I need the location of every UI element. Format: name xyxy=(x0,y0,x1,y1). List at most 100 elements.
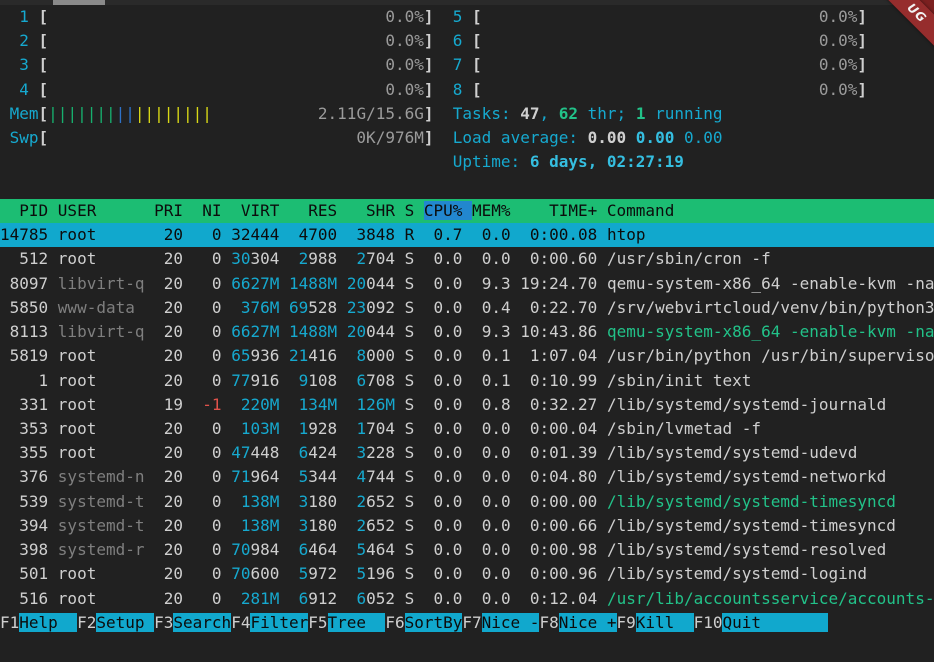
process-row-331[interactable]: 331 root 19 -1 220M 134M 126M S 0.0 0.8 … xyxy=(0,393,934,417)
process-row-5819[interactable]: 5819 root 20 0 65936 21416 8000 S 0.0 0.… xyxy=(0,344,934,368)
process-row-8113[interactable]: 8113 libvirt-q 20 0 6627M 1488M 20044 S … xyxy=(0,320,934,344)
column-header-res[interactable]: RES xyxy=(289,201,347,220)
text-segment xyxy=(337,249,347,268)
tasks-count: 47 xyxy=(520,104,539,123)
cell-priority: 20 xyxy=(154,492,193,511)
fn-label-F2[interactable]: Setup xyxy=(96,613,154,632)
process-row-355[interactable]: 355 root 20 0 47448 6424 3228 S 0.0 0.0 … xyxy=(0,441,934,465)
cell-value: 3848 xyxy=(347,225,395,244)
meter-fill xyxy=(482,55,819,74)
cell-pid: 539 xyxy=(0,492,58,511)
cell-value: 964 xyxy=(250,467,279,486)
text-segment xyxy=(395,371,405,390)
fn-label-F7[interactable]: Nice - xyxy=(482,613,540,632)
cell-state: S xyxy=(405,516,424,535)
cpu-meter-5-id: 5 xyxy=(434,7,473,26)
column-header-pid[interactable]: PID xyxy=(0,201,58,220)
text-segment xyxy=(279,492,289,511)
fn-button-f8-nice[interactable]: F8Nice + xyxy=(539,613,616,632)
load-average-label: Load average: xyxy=(453,128,588,147)
fn-label-F5[interactable]: Tree xyxy=(328,613,386,632)
process-row-516[interactable]: 516 root 20 0 281M 6912 6052 S 0.0 0.0 0… xyxy=(0,587,934,611)
cpu-meter-8-value: 0.0% xyxy=(819,80,858,99)
fn-label-F3[interactable]: Search xyxy=(173,613,231,632)
mem-meter-value: 2.11G/15.6G xyxy=(318,104,424,123)
column-header-command[interactable]: Command xyxy=(607,201,674,220)
process-row-394[interactable]: 394 systemd-t 20 0 138M 3180 2652 S 0.0 … xyxy=(0,514,934,538)
cell-priority: 20 xyxy=(154,274,193,293)
cell-value-prefix: 69 xyxy=(289,298,308,317)
process-row-512[interactable]: 512 root 20 0 30304 2988 2704 S 0.0 0.0 … xyxy=(0,247,934,271)
cell-priority: 20 xyxy=(154,564,193,583)
cell-value-prefix: 6 xyxy=(347,371,366,390)
cell-priority: 20 xyxy=(154,322,193,341)
fn-label-F1[interactable]: Help xyxy=(19,613,77,632)
process-row-5850[interactable]: 5850 www-data 20 0 376M 69528 23092 S 0.… xyxy=(0,296,934,320)
meter-close-bracket: ] xyxy=(424,31,434,50)
fn-button-f9-kill[interactable]: F9Kill xyxy=(617,613,694,632)
meter-open-bracket: [ xyxy=(39,55,49,74)
cell-value-prefix: 5 xyxy=(289,467,308,486)
text-segment xyxy=(337,540,347,559)
column-header-mem[interactable]: MEM% xyxy=(472,201,520,220)
text-segment xyxy=(337,274,347,293)
fn-label-F8[interactable]: Nice + xyxy=(559,613,617,632)
fn-button-f7-nice[interactable]: F7Nice - xyxy=(462,613,539,632)
text-segment xyxy=(395,322,405,341)
fn-button-f1-help[interactable]: F1Help xyxy=(0,613,77,632)
cell-value: 228 xyxy=(366,443,395,462)
text-segment xyxy=(395,225,405,244)
process-row-1[interactable]: 1 root 20 0 77916 9108 6708 S 0.0 0.1 0:… xyxy=(0,369,934,393)
column-header-cpu[interactable]: CPU% xyxy=(424,201,472,220)
fn-button-f4-filter[interactable]: F4Filter xyxy=(231,613,308,632)
process-row-376[interactable]: 376 systemd-n 20 0 71964 5344 4744 S 0.0… xyxy=(0,465,934,489)
column-header-ni[interactable]: NI xyxy=(193,201,232,220)
terminal-window: 1 [ 0.0%] 5 [ 0.0%] 2 [ 0.0%] 6 [ 0.0%] … xyxy=(0,0,934,662)
cell-time: 0:01.39 xyxy=(520,443,607,462)
cell-value-prefix: 2 xyxy=(289,249,308,268)
column-header-pri[interactable]: PRI xyxy=(154,201,193,220)
cell-value-prefix: 30 xyxy=(231,249,250,268)
cpu-meter-4-value: 0.0% xyxy=(385,80,424,99)
cell-pid: 331 xyxy=(0,395,58,414)
text-segment xyxy=(279,298,289,317)
fn-button-f10-quit[interactable]: F10Quit xyxy=(694,613,829,632)
cell-command: qemu-system-x86_64 -enable-kvm -na xyxy=(607,322,934,341)
cell-cpu-percent: 0.0 xyxy=(424,346,472,365)
cell-mem-percent: 0.0 xyxy=(472,540,520,559)
fn-button-f3-search[interactable]: F3Search xyxy=(154,613,231,632)
cpu-meter-5-value: 0.0% xyxy=(819,7,858,26)
cell-cpu-percent: 0.0 xyxy=(424,249,472,268)
cell-pid: 353 xyxy=(0,419,58,438)
process-row-353[interactable]: 353 root 20 0 103M 1928 1704 S 0.0 0.0 0… xyxy=(0,417,934,441)
text-segment xyxy=(337,371,347,390)
fn-label-F9[interactable]: Kill xyxy=(636,613,694,632)
text-segment xyxy=(395,395,405,414)
text-segment xyxy=(279,274,289,293)
process-row-501[interactable]: 501 root 20 0 70600 5972 5196 S 0.0 0.0 … xyxy=(0,562,934,586)
column-header-virt[interactable]: VIRT xyxy=(231,201,289,220)
fn-label-F6[interactable]: SortBy xyxy=(405,613,463,632)
text-segment xyxy=(434,128,453,147)
fn-button-f2-setup[interactable]: F2Setup xyxy=(77,613,154,632)
cell-nice: 0 xyxy=(193,492,232,511)
cell-value: 652 xyxy=(366,516,395,535)
uptime-row: Uptime: 6 days, 02:27:19 xyxy=(0,150,934,174)
fn-key-F9: F9 xyxy=(617,613,636,632)
process-row-398[interactable]: 398 systemd-r 20 0 70984 6464 5464 S 0.0… xyxy=(0,538,934,562)
meter-close-bracket: ] xyxy=(424,80,434,99)
process-row-539[interactable]: 539 systemd-t 20 0 138M 3180 2652 S 0.0 … xyxy=(0,490,934,514)
text-segment xyxy=(279,589,289,608)
fn-button-f6-sortby[interactable]: F6SortBy xyxy=(385,613,462,632)
fn-label-F4[interactable]: Filter xyxy=(250,613,308,632)
process-row-14785[interactable]: 14785 root 20 0 32444 4700 3848 R 0.7 0.… xyxy=(0,223,934,247)
fn-button-f5-tree[interactable]: F5Tree xyxy=(308,613,385,632)
column-header-user[interactable]: USER xyxy=(58,201,154,220)
fn-label-F10[interactable]: Quit xyxy=(722,613,828,632)
cell-value-prefix: 5 xyxy=(347,540,366,559)
column-header-shr[interactable]: SHR xyxy=(347,201,405,220)
process-row-8097[interactable]: 8097 libvirt-q 20 0 6627M 1488M 20044 S … xyxy=(0,272,934,296)
column-header-time[interactable]: TIME+ xyxy=(520,201,607,220)
column-header-s[interactable]: S xyxy=(405,201,424,220)
cell-value: 936 xyxy=(250,346,279,365)
